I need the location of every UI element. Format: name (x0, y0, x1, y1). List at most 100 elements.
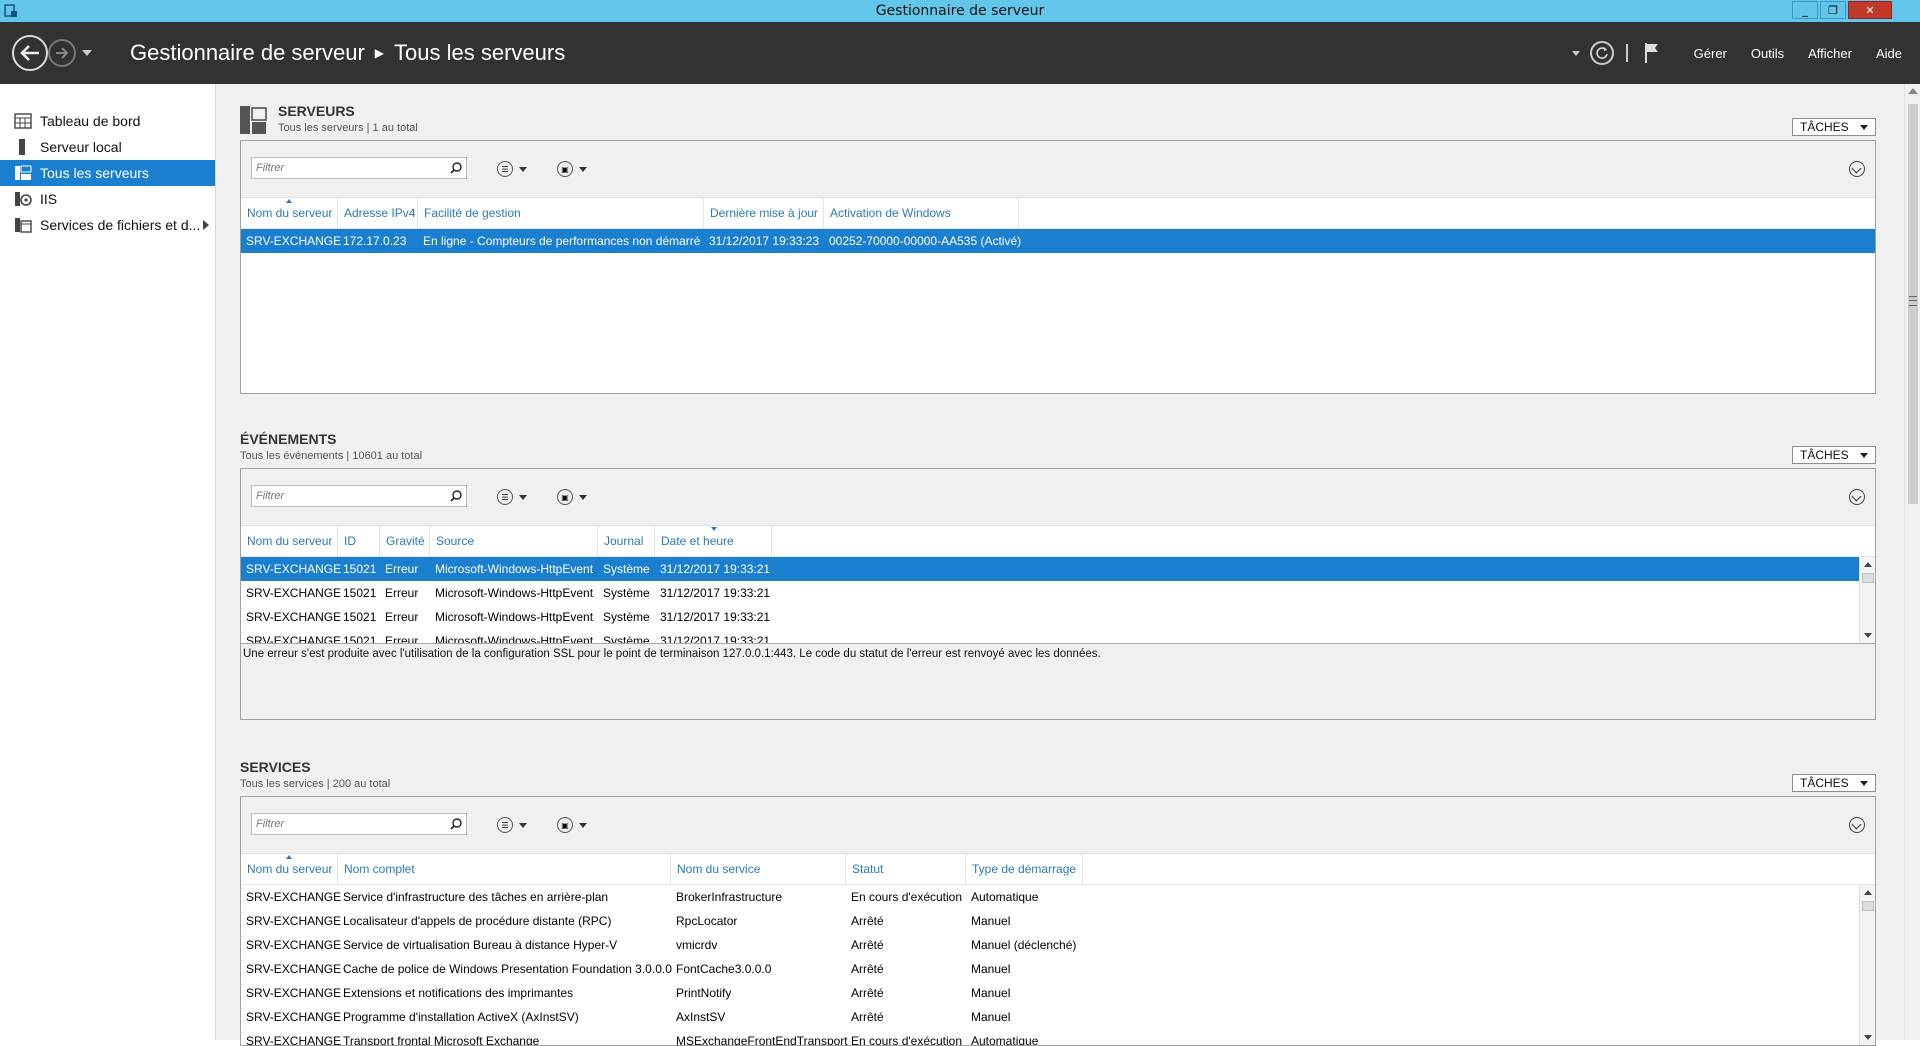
table-row[interactable]: SRV-EXCHANGE Transport frontal Microsoft… (241, 1029, 1875, 1045)
table-row[interactable]: SRV-EXCHANGE Programme d'installation Ac… (241, 1005, 1875, 1029)
column-header[interactable]: Journal (598, 526, 655, 557)
table-row[interactable]: SRV-EXCHANGE 15021 Erreur Microsoft-Wind… (241, 581, 1875, 605)
history-dropdown-icon[interactable] (82, 50, 92, 56)
table-row[interactable]: SRV-EXCHANGE 15021 Erreur Microsoft-Wind… (241, 629, 1875, 643)
back-button[interactable] (12, 35, 48, 71)
scroll-up-icon[interactable] (1864, 562, 1872, 567)
cell-server-name: SRV-EXCHANGE (246, 610, 342, 624)
maximize-button[interactable]: ❐ (1820, 1, 1846, 19)
expand-panel-button[interactable] (1849, 489, 1865, 505)
menu-aide[interactable]: Aide (1876, 46, 1902, 61)
servers-section: SERVEURS Tous les serveurs | 1 au total … (240, 94, 1876, 394)
search-icon[interactable] (450, 162, 462, 174)
section-title: SERVEURS (278, 103, 355, 119)
cell-display-name: Service d'infrastructure des tâches en a… (343, 890, 609, 904)
sidebar-item-local-server[interactable]: Serveur local (0, 134, 215, 160)
breadcrumb-root[interactable]: Gestionnaire de serveur (130, 40, 365, 66)
column-header[interactable]: Dernière mise à jour (704, 198, 824, 229)
cell-log: Système (603, 610, 650, 624)
services-scrollbar[interactable] (1859, 885, 1875, 1045)
expand-submenu-icon[interactable] (203, 220, 209, 230)
sidebar-item-label: Tableau de bord (40, 113, 141, 129)
tasks-dropdown[interactable]: TÂCHES (1792, 774, 1876, 792)
services-rows: SRV-EXCHANGE Service d'infrastructure de… (241, 885, 1875, 1045)
list-options-button[interactable]: ☰ (497, 816, 535, 834)
cell-service-name: FontCache3.0.0.0 (676, 962, 772, 976)
column-header[interactable]: Type de démarrage (966, 854, 1083, 885)
expand-panel-button[interactable] (1849, 817, 1865, 833)
tasks-dropdown[interactable]: TÂCHES (1792, 118, 1876, 136)
arrow-right-icon (56, 47, 69, 59)
table-row[interactable]: SRV-EXCHANGE Service d'infrastructure de… (241, 885, 1875, 909)
column-header[interactable]: Nom du service (671, 854, 846, 885)
scroll-down-icon[interactable] (1864, 633, 1872, 638)
column-header[interactable]: Gravité (380, 526, 430, 557)
table-row[interactable]: SRV-EXCHANGE 15021 Erreur Microsoft-Wind… (241, 605, 1875, 629)
events-scrollbar[interactable] (1859, 557, 1875, 643)
servers-rows: SRV-EXCHANGE 172.17.0.23 En ligne - Comp… (241, 229, 1875, 393)
table-row[interactable]: SRV-EXCHANGE Cache de police de Windows … (241, 957, 1875, 981)
scroll-down-icon[interactable] (1864, 1035, 1872, 1040)
cell-startup-type: Automatique (971, 1034, 1039, 1045)
column-header[interactable]: Statut (846, 854, 966, 885)
services-panel: Filtrer ☰ ▣ Nom du serveur Nom complet N… (240, 796, 1876, 1046)
cell-log: Système (603, 562, 650, 576)
column-header[interactable]: Nom du serveur (241, 526, 338, 557)
filter-placeholder: Filtrer (256, 490, 285, 502)
refresh-button[interactable] (1589, 41, 1614, 65)
table-row[interactable]: SRV-EXCHANGE 172.17.0.23 En ligne - Comp… (241, 229, 1875, 253)
list-options-button[interactable]: ☰ (497, 488, 535, 506)
scroll-thumb[interactable] (1862, 901, 1874, 911)
table-row[interactable]: SRV-EXCHANGE Service de virtualisation B… (241, 933, 1875, 957)
section-title: ÉVÉNEMENTS (240, 431, 337, 447)
column-header[interactable]: Adresse IPv4 (338, 198, 418, 229)
search-icon[interactable] (450, 818, 462, 830)
menu-afficher[interactable]: Afficher (1808, 46, 1852, 61)
column-header[interactable]: ID (338, 526, 380, 557)
sidebar-item-iis[interactable]: IIS (0, 186, 215, 212)
servers-icon (15, 165, 32, 180)
expand-panel-button[interactable] (1849, 161, 1865, 177)
list-options-button[interactable]: ☰ (497, 160, 535, 178)
table-row[interactable]: SRV-EXCHANGE 15021 Erreur Microsoft-Wind… (241, 557, 1875, 581)
column-header[interactable]: Activation de Windows (824, 198, 1019, 229)
filter-input[interactable]: Filtrer (251, 813, 467, 835)
page-scrollbar[interactable] (1904, 84, 1920, 1040)
cell-status: En cours d'exécution (851, 1034, 963, 1045)
sidebar-item-all-servers[interactable]: Tous les serveurs (0, 160, 215, 186)
cell-last-update: 31/12/2017 19:33:23 (709, 234, 820, 248)
sidebar-item-file-services[interactable]: Services de fichiers et d... (0, 212, 215, 238)
filter-placeholder: Filtrer (256, 162, 285, 174)
window-title: Gestionnaire de serveur (875, 3, 1045, 19)
sidebar-item-dashboard[interactable]: Tableau de bord (0, 108, 215, 134)
filter-input[interactable]: Filtrer (251, 485, 467, 507)
save-query-button[interactable]: ▣ (557, 816, 595, 834)
scroll-up-icon[interactable] (1864, 890, 1872, 895)
tasks-dropdown[interactable]: TÂCHES (1792, 446, 1876, 464)
menu-gerer[interactable]: Gérer (1694, 46, 1727, 61)
cell-service-name: vmicrdv (676, 938, 718, 952)
close-button[interactable]: ✕ (1848, 1, 1892, 19)
notifications-flag-icon[interactable] (1644, 42, 1660, 64)
save-query-button[interactable]: ▣ (557, 160, 595, 178)
events-section: ÉVÉNEMENTS Tous les événements | 10601 a… (240, 422, 1876, 720)
cell-server-name: SRV-EXCHANGE (246, 234, 342, 248)
table-row[interactable]: SRV-EXCHANGE Extensions et notifications… (241, 981, 1875, 1005)
cell-id: 15021 (343, 610, 377, 624)
minimize-button[interactable]: _ (1792, 1, 1818, 19)
cell-display-name: Extensions et notifications des impriman… (343, 986, 574, 1000)
scroll-thumb[interactable] (1862, 573, 1874, 583)
column-header[interactable]: Source (430, 526, 598, 557)
forward-button[interactable] (48, 39, 76, 67)
refresh-dropdown-icon[interactable] (1571, 50, 1580, 56)
menu-outils[interactable]: Outils (1751, 46, 1784, 61)
column-header[interactable]: Facilité de gestion (418, 198, 704, 229)
search-icon[interactable] (450, 490, 462, 502)
save-query-button[interactable]: ▣ (557, 488, 595, 506)
scroll-up-icon[interactable] (1908, 88, 1918, 94)
table-row[interactable]: SRV-EXCHANGE Localisateur d'appels de pr… (241, 909, 1875, 933)
cell-server-name: SRV-EXCHANGE (246, 938, 342, 952)
filter-input[interactable]: Filtrer (251, 157, 467, 179)
cell-server-name: SRV-EXCHANGE (246, 586, 342, 600)
column-header[interactable]: Nom complet (338, 854, 671, 885)
